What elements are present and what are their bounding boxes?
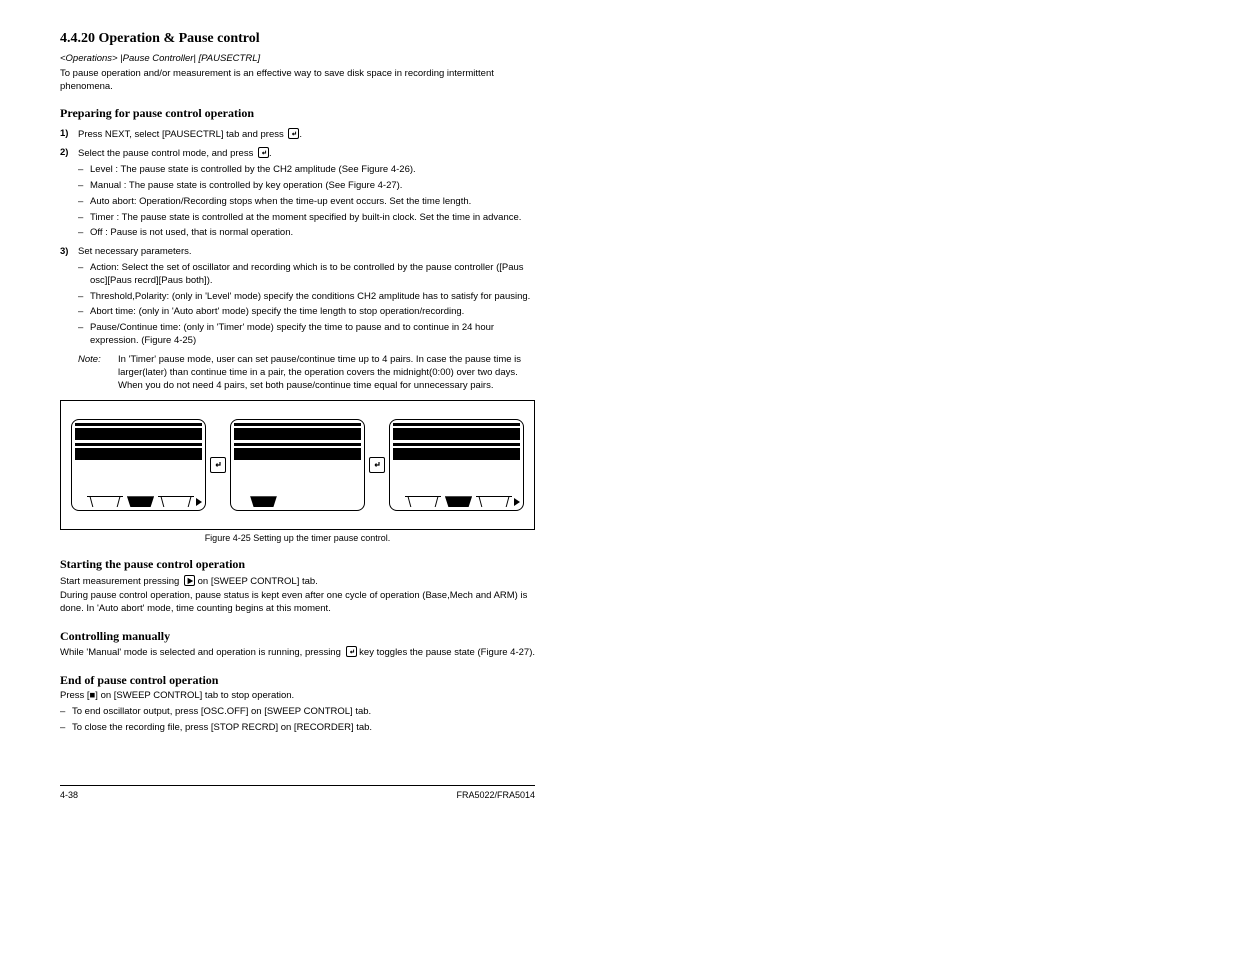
- end-opt-osc-off: To end oscillator output, press [OSC.OFF…: [60, 706, 535, 719]
- param-pause-continue: Pause/Continue time: (only in 'Timer' mo…: [78, 322, 535, 348]
- steps-list: 1) Press NEXT, select [PAUSECTRL] tab an…: [60, 128, 535, 348]
- section-number: 4.4.20: [60, 31, 95, 46]
- enter-icon: [346, 646, 357, 657]
- page-number: 4-38: [60, 789, 78, 801]
- tab: [405, 496, 441, 507]
- arrow-right-icon: [514, 498, 520, 506]
- param-action: Action: Select the set of oscillator and…: [78, 262, 535, 288]
- figure-4-25: Figure 4-25 Setting up the timer pause c…: [60, 400, 535, 544]
- param-threshold: Threshold,Polarity: (only in 'Level' mod…: [78, 291, 535, 304]
- footer-rule: [60, 785, 535, 786]
- screen-panel-3: [389, 419, 524, 511]
- start-desc: During pause control operation, pause st…: [60, 590, 535, 616]
- param-abort-time: Abort time: (only in 'Auto abort' mode) …: [78, 306, 535, 319]
- figure-caption: Figure 4-25 Setting up the timer pause c…: [60, 532, 535, 544]
- play-icon: [184, 575, 195, 586]
- mode-level: Level : The pause state is controlled by…: [78, 164, 535, 177]
- section-heading: 4.4.20 Operation & Pause control: [60, 30, 535, 49]
- end-opt-stop-recrd: To close the recording file, press [STOP…: [60, 722, 535, 735]
- mode-list: Level : The pause state is controlled by…: [78, 164, 535, 240]
- end-options: To end oscillator output, press [OSC.OFF…: [60, 706, 535, 735]
- step-3: 3) Set necessary parameters. Action: Sel…: [60, 246, 535, 348]
- start-text: Start measurement pressing on [SWEEP CON…: [60, 575, 535, 589]
- subsection-starting: Starting the pause control operation: [60, 556, 535, 572]
- figure-box: [60, 400, 535, 530]
- tab-active: [441, 496, 477, 507]
- screen-panel-1: [71, 419, 206, 511]
- tab-active: [246, 496, 281, 507]
- screen-panel-2: [230, 419, 365, 511]
- note-text: In 'Timer' pause mode, user can set paus…: [118, 354, 535, 392]
- note-block: Note: In 'Timer' pause mode, user can se…: [60, 354, 535, 392]
- enter-icon: [210, 457, 226, 473]
- enter-icon: [288, 128, 299, 139]
- step-1: 1) Press NEXT, select [PAUSECTRL] tab an…: [60, 128, 535, 142]
- mode-manual: Manual : The pause state is controlled b…: [78, 180, 535, 193]
- subsection-end: End of pause control operation: [60, 672, 535, 688]
- mode-auto-abort: Auto abort: Operation/Recording stops wh…: [78, 196, 535, 209]
- mode-off: Off : Pause is not used, that is normal …: [78, 227, 535, 240]
- subsection-preparing: Preparing for pause control operation: [60, 105, 535, 121]
- breadcrumb-path: <Operations> |Pause Controller| [PAUSECT…: [60, 53, 535, 66]
- enter-icon: [369, 457, 385, 473]
- section-title: Operation & Pause control: [99, 31, 260, 46]
- mode-timer: Timer : The pause state is controlled at…: [78, 212, 535, 225]
- param-list: Action: Select the set of oscillator and…: [78, 262, 535, 348]
- tab: [476, 496, 512, 507]
- end-text: Press [■] on [SWEEP CONTROL] tab to stop…: [60, 690, 535, 703]
- tab-active: [123, 496, 159, 507]
- tab: [87, 496, 123, 507]
- arrow-right-icon: [196, 498, 202, 506]
- note-label: Note:: [78, 354, 108, 392]
- enter-icon: [258, 147, 269, 158]
- subsection-manual: Controlling manually: [60, 628, 535, 644]
- product-name: FRA5022/FRA5014: [456, 789, 535, 801]
- step-2: 2) Select the pause control mode, and pr…: [60, 147, 535, 240]
- tab: [158, 496, 194, 507]
- intro-description: To pause operation and/or measurement is…: [60, 68, 535, 94]
- manual-text: While 'Manual' mode is selected and oper…: [60, 646, 535, 660]
- page-footer: 4-38 FRA5022/FRA5014: [60, 789, 535, 801]
